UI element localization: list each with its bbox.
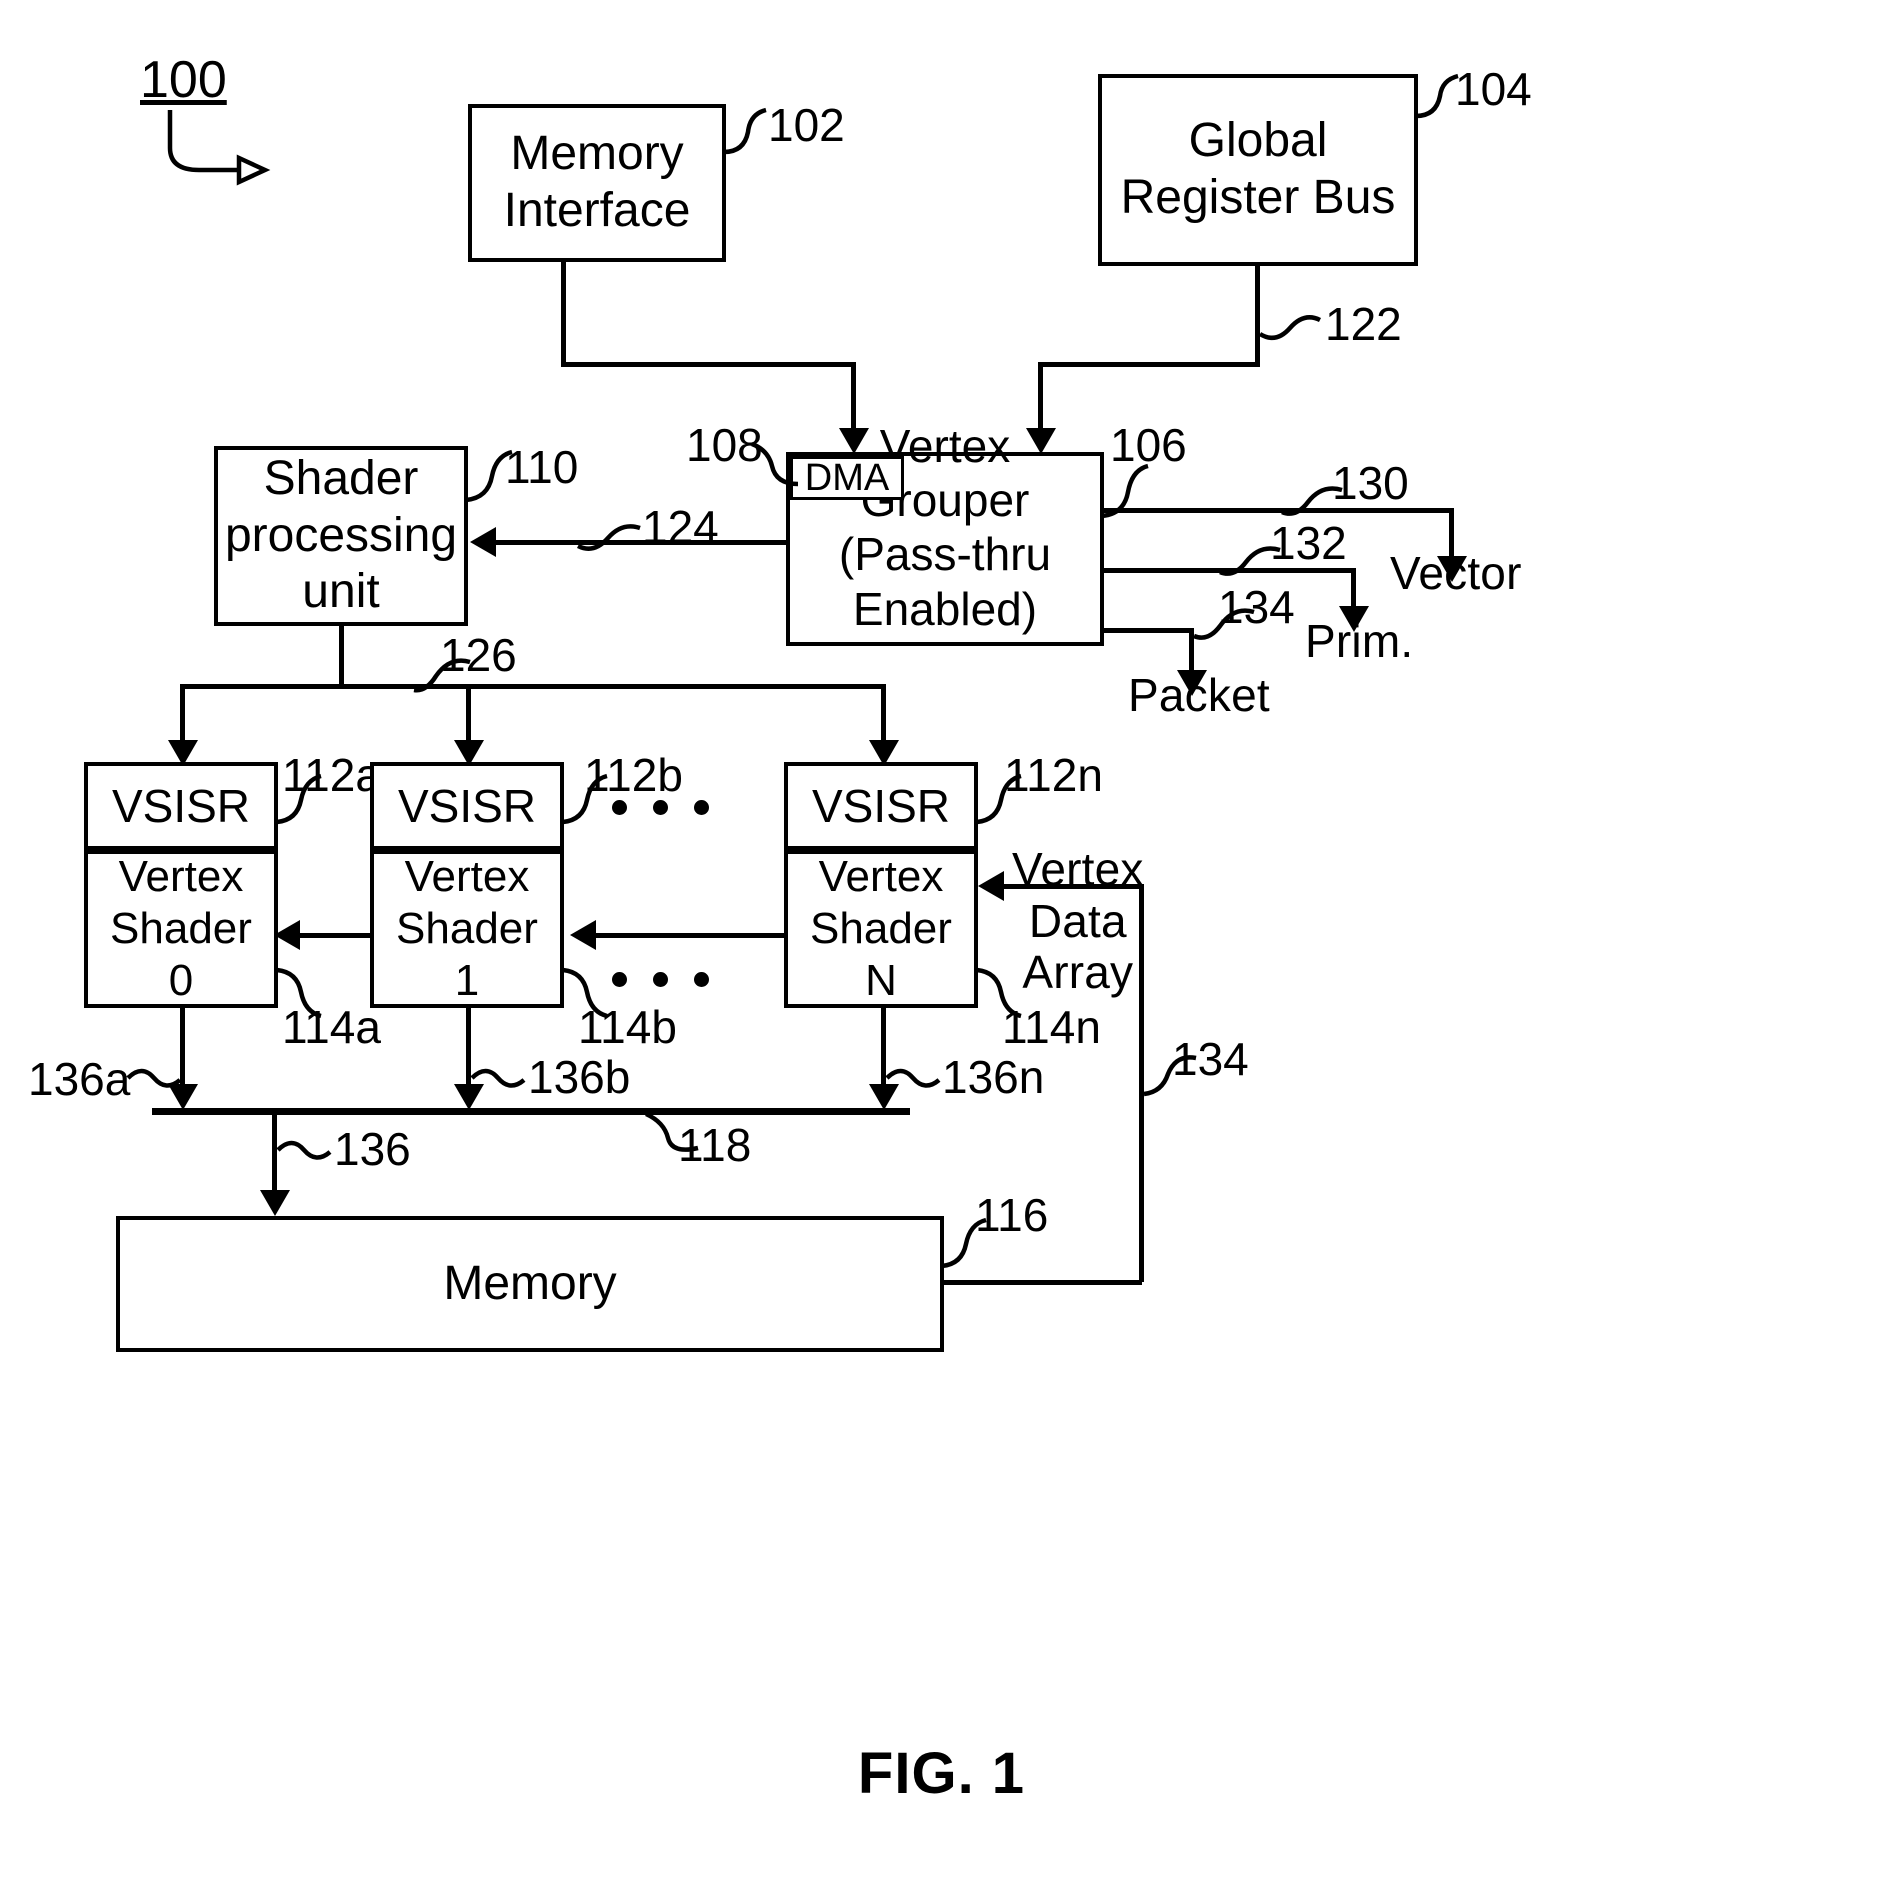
ref-126: 126 [440,629,517,681]
arrowhead-shader-a [274,920,300,950]
vsisr-label-b: VSISR [397,779,537,832]
vsisr-block-b: VSISR [370,762,564,850]
wire-126-leg-a [180,684,185,746]
wire-vertex-data-array-in [1004,884,1144,889]
wire-spu-down [339,626,344,686]
arrowhead-shader-b [570,920,596,950]
ref-132: 132 [1270,517,1347,569]
dma-block: DMA [790,456,904,500]
ref-114n: 114n [1002,1001,1101,1053]
ref-124: 124 [642,501,719,553]
prim-output-label: Prim. [1305,615,1414,667]
wire-126-leg-n [881,684,886,746]
ref-108: 108 [686,419,763,471]
ref-114a: 114a [282,1001,381,1053]
global-register-bus-block: Global Register Bus [1098,74,1418,266]
vertex-shader-block-b: Vertex Shader 1 [370,850,564,1008]
ref-136-leader [276,1140,332,1160]
arrowhead-vertex-data-array [978,871,1004,901]
vector-output-label: Vector [1390,547,1522,599]
ref-106: 106 [1110,419,1187,471]
ref-102: 102 [768,99,845,151]
shader-processing-unit-label: Shader processing unit [224,452,458,619]
vsisr-block-n: VSISR [784,762,978,850]
memory-interface-block: Memory Interface [468,104,726,262]
ref-134-out: 134 [1218,581,1295,633]
ref-116: 116 [975,1189,1049,1241]
ref-122: 122 [1325,298,1402,350]
vertex-grouper-label: Vertex Grouper (Pass-thru Enabled) [838,419,1052,635]
ref-104: 104 [1455,63,1532,115]
ref-136b-leader [470,1068,526,1088]
vsisr-label-n: VSISR [811,779,951,832]
diagram-100-leader-arrow [167,110,271,186]
ref-136a: 136a [28,1053,131,1105]
ref-136a-leader [126,1068,182,1088]
vertex-data-array-label: Vertex Data Array [1012,843,1144,999]
ref-112n: 112n [1004,749,1103,801]
shader-processing-unit-block: Shader processing unit [214,446,468,626]
vertex-shader-label-b: Vertex Shader 1 [396,852,538,1005]
ellipsis-shader-row [612,972,709,987]
dma-label: DMA [804,456,890,499]
ref-136b: 136b [528,1051,631,1103]
wire-shader-n-to-b [596,933,784,938]
memory-label: Memory [443,1256,617,1310]
arrowhead-into-memory [260,1190,290,1216]
ref-118: 118 [678,1119,752,1171]
packet-output-label: Packet [1128,669,1270,721]
arrowhead-into-shader-processing-unit [470,527,496,557]
vertex-shader-label-n: Vertex Shader N [810,852,952,1005]
wire-memory-interface-down [561,262,566,366]
wire-memory-to-riser [944,1280,1142,1285]
ref-124-leader [576,524,641,551]
memory-block: Memory [116,1216,944,1352]
vertex-shader-block-a: Vertex Shader 0 [84,850,278,1008]
ref-136n: 136n [942,1051,1045,1103]
memory-interface-label: Memory Interface [503,127,691,237]
vertex-shader-label-a: Vertex Shader 0 [110,852,252,1005]
vertex-shader-block-n: Vertex Shader N [784,850,978,1008]
diagram-reference-number: 100 [140,51,227,109]
ref-112a: 112a [282,749,381,801]
ellipsis-vsisr-row [612,800,709,815]
ref-114b: 114b [578,1001,677,1053]
shader-output-bus-118 [152,1108,910,1115]
ref-122-leader [1258,315,1322,341]
patent-figure-page: 100 Memory Interface 102 Global Register B… [0,0,1883,1883]
vsisr-block-a: VSISR [84,762,278,850]
wire-shader-b-to-a [300,933,370,938]
figure-caption: FIG. 1 [857,1741,1026,1806]
wire-memory-interface-across [561,362,856,367]
wire-126-leg-b [466,684,471,746]
ref-112b: 112b [584,749,683,801]
wire-134-out [1104,628,1194,633]
wire-grb-across [1038,362,1260,367]
ref-110: 110 [505,441,579,493]
global-register-bus-label: Global Register Bus [1120,114,1396,224]
ref-130: 130 [1332,457,1409,509]
ref-134-return: 134 [1172,1033,1249,1085]
vsisr-label-a: VSISR [111,779,251,832]
ref-136n-leader [885,1068,941,1088]
wire-126-bus [180,684,886,689]
ref-136: 136 [334,1123,411,1175]
